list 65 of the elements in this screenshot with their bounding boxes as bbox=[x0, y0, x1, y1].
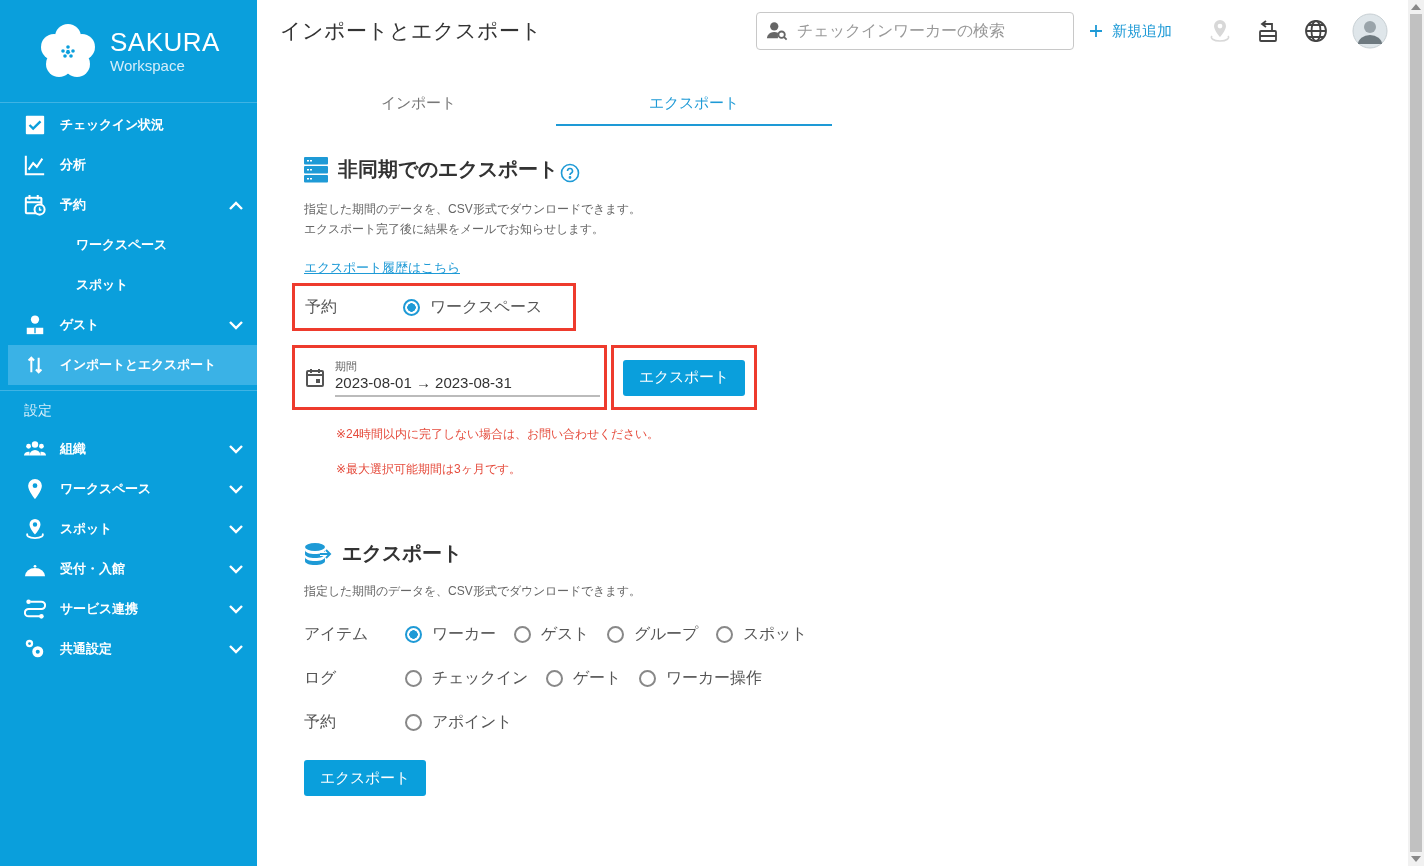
tab[interactable]: エクスポート bbox=[556, 84, 832, 126]
nav-item[interactable]: 共通設定 bbox=[8, 629, 257, 669]
export-button[interactable]: エクスポート bbox=[304, 760, 426, 796]
scrollbar[interactable] bbox=[1408, 0, 1424, 866]
database-export-icon bbox=[304, 541, 332, 566]
gears-icon bbox=[24, 638, 46, 660]
radio-option[interactable]: アポイント bbox=[405, 711, 512, 733]
radio-option[interactable]: ワークスペース bbox=[403, 296, 542, 318]
radio-option[interactable]: ゲート bbox=[546, 667, 621, 689]
radio-option[interactable]: ゲスト bbox=[514, 623, 589, 645]
radio-option[interactable]: ワーカー操作 bbox=[639, 667, 762, 689]
calendar-icon bbox=[24, 194, 46, 216]
nav-item[interactable]: ワークスペース bbox=[8, 469, 257, 509]
description-text: エクスポート完了後に結果をメールでお知らせします。 bbox=[304, 221, 605, 238]
field-label: アイテム bbox=[304, 623, 369, 644]
globe-icon[interactable] bbox=[1304, 19, 1328, 43]
logo-title: SAKURA bbox=[110, 27, 220, 57]
logo-subtitle: Workspace bbox=[110, 57, 186, 75]
page-title: インポートとエクスポート bbox=[280, 18, 543, 44]
spot-icon bbox=[24, 518, 46, 540]
nav-item[interactable]: ゲスト bbox=[8, 305, 257, 345]
date-range-field[interactable]: 期間 2023-08-01 → 2023-08-31 bbox=[335, 358, 600, 397]
export-button[interactable]: エクスポート bbox=[623, 359, 745, 396]
field-label: ログ bbox=[304, 667, 337, 688]
nav-item[interactable]: 分析 bbox=[8, 145, 257, 185]
user-search-icon bbox=[766, 20, 788, 42]
nav-item[interactable]: スポット bbox=[8, 509, 257, 549]
nav-item[interactable]: インポートとエクスポート bbox=[8, 345, 257, 385]
radio-option[interactable]: チェックイン bbox=[405, 667, 528, 689]
field-label: 予約 bbox=[304, 711, 337, 732]
search-field[interactable]: チェックインワーカーの検索 bbox=[756, 12, 1074, 50]
check-icon bbox=[24, 114, 46, 136]
scrollbar-thumb[interactable] bbox=[1410, 14, 1422, 852]
tab[interactable]: インポート bbox=[280, 84, 556, 126]
radio-option[interactable]: ワーカー bbox=[405, 623, 496, 645]
nav-item[interactable]: 受付・入館 bbox=[8, 549, 257, 589]
user-avatar[interactable] bbox=[1352, 13, 1388, 49]
help-icon[interactable] bbox=[560, 162, 580, 183]
section-title: エクスポート bbox=[342, 541, 462, 566]
nav-item[interactable]: 予約 bbox=[8, 185, 257, 225]
radio-option[interactable]: グループ bbox=[607, 623, 698, 645]
add-new-link[interactable]: 新規追加 bbox=[1090, 21, 1172, 41]
server-icon bbox=[304, 156, 328, 183]
nav-item[interactable]: サービス連携 bbox=[8, 589, 257, 629]
section-title: 非同期でのエクスポート bbox=[338, 157, 558, 182]
description-text: 指定した期間のデータを、CSV形式でダウンロードできます。 bbox=[304, 201, 642, 218]
radio-option[interactable]: スポット bbox=[716, 623, 807, 645]
warning-note: ※最大選択可能期間は3ヶ月です。 bbox=[336, 461, 522, 478]
field-label: 予約 bbox=[305, 296, 338, 317]
calendar-icon bbox=[305, 367, 325, 388]
exit-icon[interactable] bbox=[1256, 19, 1280, 43]
scroll-down-icon[interactable] bbox=[1411, 856, 1421, 862]
description-text: 指定した期間のデータを、CSV形式でダウンロードできます。 bbox=[304, 583, 642, 600]
nav-item[interactable]: 組織 bbox=[8, 429, 257, 469]
nav-subitem[interactable]: ワークスペース bbox=[0, 225, 257, 265]
plus-icon bbox=[1090, 25, 1102, 37]
nav-subitem[interactable]: スポット bbox=[0, 265, 257, 305]
link-icon bbox=[24, 598, 46, 620]
chart-icon bbox=[24, 154, 46, 176]
nav-item[interactable]: チェックイン状況 bbox=[8, 105, 257, 145]
section-heading: 設定 bbox=[23, 401, 53, 420]
export-history-link[interactable]: エクスポート履歴はこちら bbox=[304, 259, 460, 277]
warning-note: ※24時間以内に完了しない場合は、お問い合わせください。 bbox=[336, 426, 661, 443]
guest-icon bbox=[24, 314, 46, 336]
scroll-up-icon[interactable] bbox=[1411, 4, 1421, 10]
